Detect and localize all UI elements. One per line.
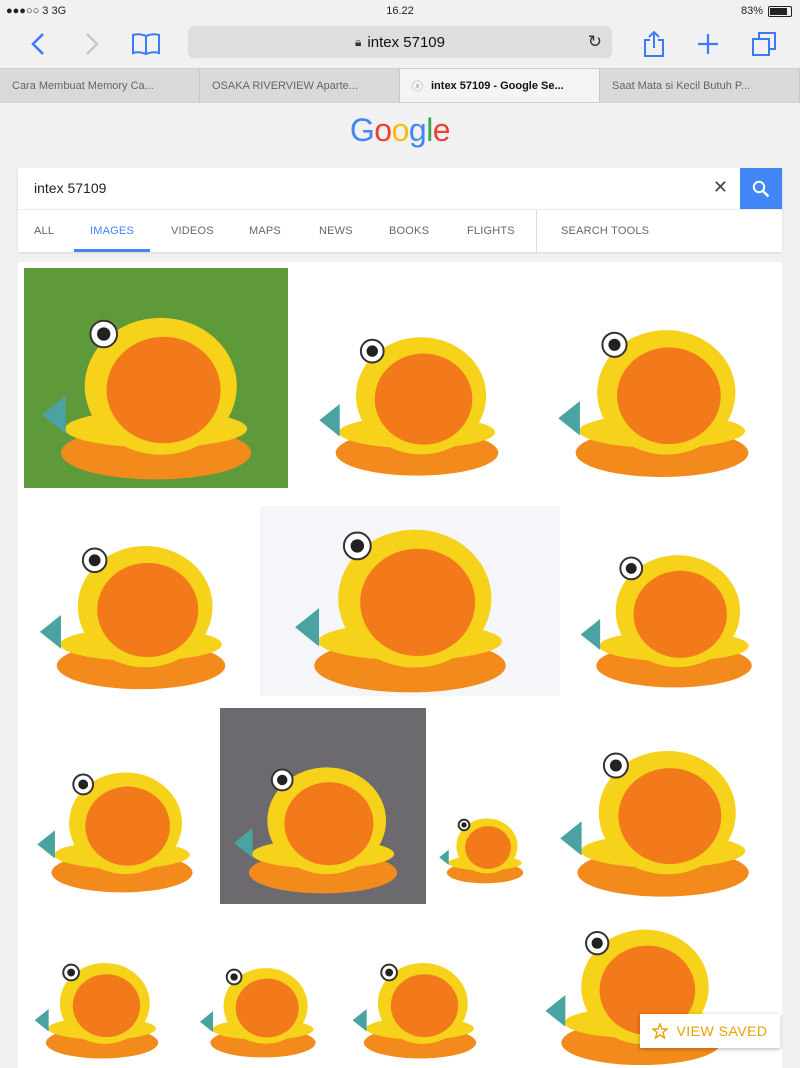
image-result[interactable] xyxy=(432,708,538,904)
image-result[interactable] xyxy=(24,708,220,904)
fish-pool-image xyxy=(34,962,159,1059)
tab-title: intex 57109 - Google Se... xyxy=(431,79,564,92)
plus-icon xyxy=(698,34,718,54)
nav-tab-books[interactable]: BOOKS xyxy=(389,210,429,252)
nav-tab-images[interactable]: IMAGES xyxy=(74,210,150,252)
fish-pool-image xyxy=(39,545,226,690)
nav-tab-flights[interactable]: FLIGHTS xyxy=(467,210,515,252)
search-button[interactable] xyxy=(740,168,782,209)
nav-tab-maps[interactable]: MAPS xyxy=(249,210,281,252)
share-icon xyxy=(644,30,664,57)
browser-tab[interactable]: OSAKA RIVERVIEW Aparte... xyxy=(200,69,400,102)
battery-icon xyxy=(768,5,792,17)
browser-tab-active[interactable]: ⓧ intex 57109 - Google Se... xyxy=(400,69,600,102)
tab-title: Cara Membuat Memory Ca... xyxy=(12,79,154,92)
image-result[interactable] xyxy=(566,506,782,696)
image-result[interactable] xyxy=(260,506,560,696)
back-button[interactable] xyxy=(20,26,56,62)
clear-icon[interactable]: ✕ xyxy=(713,177,728,198)
search-icon xyxy=(752,180,770,197)
fish-pool-image xyxy=(560,750,749,897)
fish-pool-image xyxy=(295,529,506,693)
tabs-overview-button[interactable] xyxy=(746,26,782,62)
battery-percent: 83% xyxy=(740,5,763,17)
browser-tab-strip: Cara Membuat Memory Ca... OSAKA RIVERVIE… xyxy=(0,68,800,103)
close-tab-icon[interactable]: ⓧ xyxy=(412,78,423,94)
battery-status: 83% xyxy=(741,5,792,17)
search-box: intex 57109 ✕ xyxy=(18,168,782,209)
lock-icon: 🔒︎ xyxy=(355,34,362,49)
status-bar: ●●●○○ 3 3G 16.22 83% xyxy=(0,0,800,22)
nav-tab-news[interactable]: NEWS xyxy=(319,210,353,252)
chevron-right-icon xyxy=(86,33,99,55)
fish-pool-image xyxy=(199,968,316,1058)
image-result[interactable] xyxy=(304,268,530,488)
fish-pool-image xyxy=(319,337,499,476)
view-saved-button[interactable]: VIEW SAVED xyxy=(640,1014,780,1048)
tab-title: Saat Mata si Kecil Butuh P... xyxy=(612,79,750,92)
browser-tab[interactable]: Saat Mata si Kecil Butuh P... xyxy=(600,69,800,102)
image-result[interactable] xyxy=(190,910,336,1068)
fish-pool-image xyxy=(37,772,193,893)
fish-pool-image xyxy=(580,555,752,688)
nav-tab-search-tools[interactable]: SEARCH TOOLS xyxy=(561,210,649,252)
image-result[interactable] xyxy=(24,910,180,1068)
book-icon xyxy=(132,33,160,56)
nav-tab-all[interactable]: ALL xyxy=(34,210,54,252)
browser-tab[interactable]: Cara Membuat Memory Ca... xyxy=(0,69,200,102)
chevron-left-icon xyxy=(31,33,44,55)
nav-divider xyxy=(536,210,537,252)
fish-pool-image xyxy=(558,330,749,477)
image-result[interactable] xyxy=(220,708,426,904)
fish-pool-image xyxy=(439,818,524,884)
fish-pool-image xyxy=(41,317,252,480)
bookmarks-button[interactable] xyxy=(128,26,164,62)
image-result[interactable] xyxy=(542,268,782,488)
reload-icon[interactable]: ↻ xyxy=(588,32,602,52)
new-tab-button[interactable] xyxy=(690,26,726,62)
nav-tab-videos[interactable]: VIDEOS xyxy=(171,210,214,252)
search-nav: ALL IMAGES VIDEOS MAPS NEWS BOOKS FLIGHT… xyxy=(18,209,782,252)
image-result[interactable] xyxy=(24,506,258,696)
forward-button[interactable] xyxy=(74,26,110,62)
tab-title: OSAKA RIVERVIEW Aparte... xyxy=(212,79,358,92)
image-result[interactable] xyxy=(24,268,288,488)
star-icon xyxy=(652,1023,669,1039)
image-results-grid xyxy=(18,262,782,1068)
search-input[interactable]: intex 57109 xyxy=(34,180,106,196)
view-saved-label: VIEW SAVED xyxy=(676,1023,768,1039)
address-text: intex 57109 xyxy=(367,33,445,51)
tabs-icon xyxy=(752,32,776,56)
address-bar[interactable]: 🔒︎ intex 57109 ↻ xyxy=(188,26,612,58)
fish-pool-image xyxy=(352,962,477,1059)
image-result[interactable] xyxy=(544,708,782,904)
image-result[interactable] xyxy=(342,910,498,1068)
browser-toolbar: 🔒︎ intex 57109 ↻ xyxy=(0,22,800,66)
share-button[interactable] xyxy=(636,26,672,62)
clock: 16.22 xyxy=(386,5,414,17)
google-logo[interactable]: Google xyxy=(0,112,800,149)
fish-pool-image xyxy=(234,767,398,894)
